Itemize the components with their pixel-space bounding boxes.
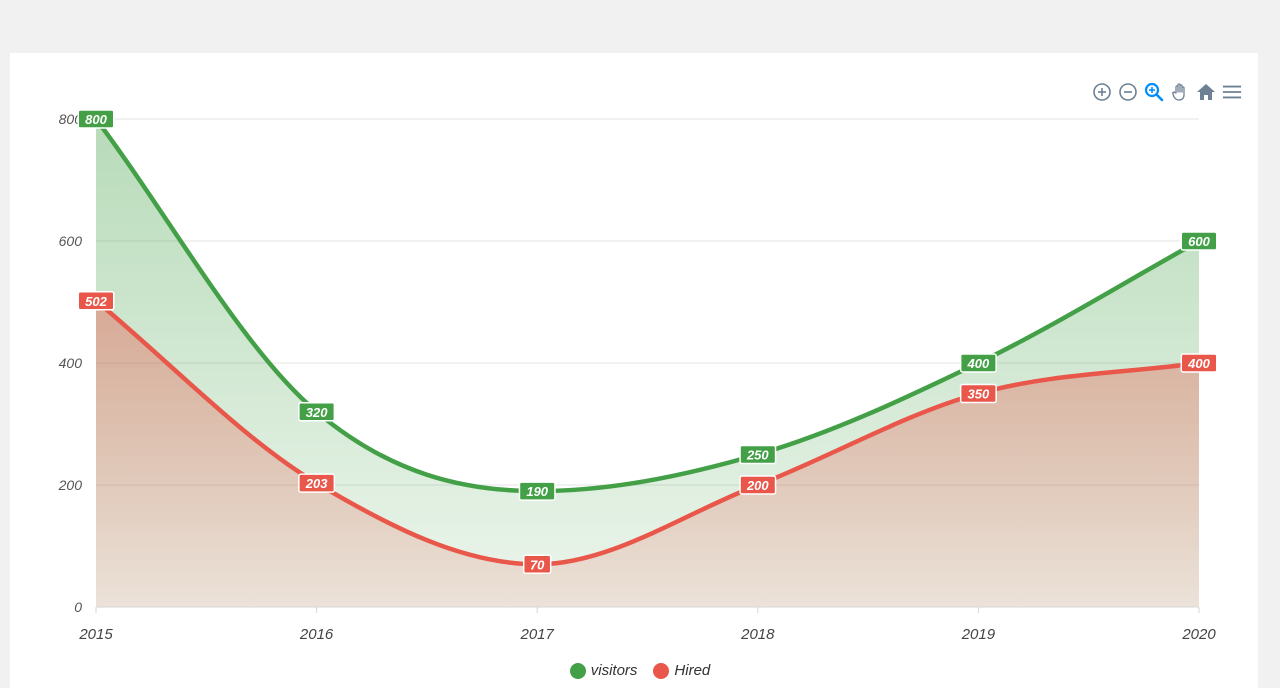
data-label-text: 200 [746, 478, 769, 493]
data-label-text: 320 [306, 405, 328, 420]
data-label-visitors-2016: 320 [298, 402, 336, 422]
chart-toolbar [1092, 82, 1242, 102]
data-label-hired-2019: 350 [959, 383, 997, 404]
data-label-visitors-2018: 250 [739, 444, 777, 465]
x-axis: 2015 2016 2017 2018 2019 2020 [78, 606, 1216, 643]
legend-item-hired[interactable]: Hired [653, 662, 710, 679]
zoom-out-icon[interactable] [1118, 82, 1138, 102]
area-chart: 2015 2016 2017 2018 2019 2020 0200400600800 8… [58, 109, 1218, 643]
legend-marker-visitors [569, 662, 586, 679]
data-label-text: 250 [746, 448, 769, 463]
zoom-in-icon[interactable] [1092, 82, 1112, 102]
x-tick-label-2016: 2016 [299, 626, 334, 643]
data-label-visitors-2017: 190 [518, 481, 556, 501]
y-axis: 0200400600800 [58, 111, 83, 615]
data-label-text: 400 [1187, 356, 1210, 371]
x-tick-label-2020: 2020 [1181, 626, 1216, 643]
x-tick-label-2018: 2018 [740, 626, 775, 643]
data-label-visitors-2020: 600 [1180, 231, 1218, 251]
data-label-text: 70 [530, 557, 545, 572]
legend-item-visitors[interactable]: visitors [569, 662, 638, 679]
data-label-hired-2018: 200 [739, 475, 777, 495]
data-label-hired-2017: 70 [522, 554, 552, 575]
y-tick-label-600: 600 [59, 233, 83, 249]
x-tick-label-2019: 2019 [961, 626, 996, 643]
data-label-hired-2020: 400 [1180, 353, 1218, 373]
data-label-text: 190 [526, 484, 548, 499]
x-tick-label-2015: 2015 [78, 626, 113, 643]
x-tick-label-2017: 2017 [520, 626, 555, 643]
data-label-text: 502 [85, 294, 107, 309]
legend-label-hired: Hired [674, 662, 711, 679]
data-label-visitors-2015: 800 [77, 109, 115, 129]
y-tick-label-200: 200 [58, 477, 83, 493]
data-label-text: 800 [85, 112, 107, 127]
menu-icon[interactable] [1222, 82, 1242, 102]
y-tick-label-400: 400 [59, 355, 83, 371]
home-reset-icon[interactable] [1196, 82, 1216, 102]
data-label-visitors-2019: 400 [959, 353, 997, 373]
y-tick-label-0: 0 [74, 599, 82, 615]
data-label-hired-2015: 502 [77, 291, 115, 311]
selection-zoom-icon[interactable] [1144, 82, 1164, 102]
data-label-text: 400 [967, 356, 990, 371]
data-label-hired-2016: 203 [298, 473, 336, 493]
data-label-text: 350 [968, 387, 990, 402]
chart-legend: visitors Hired [0, 662, 1280, 679]
data-label-text: 600 [1188, 234, 1210, 249]
data-label-text: 203 [305, 476, 328, 491]
pan-hand-icon[interactable] [1170, 82, 1190, 102]
legend-marker-hired [653, 662, 670, 679]
legend-label-visitors: visitors [590, 662, 638, 679]
